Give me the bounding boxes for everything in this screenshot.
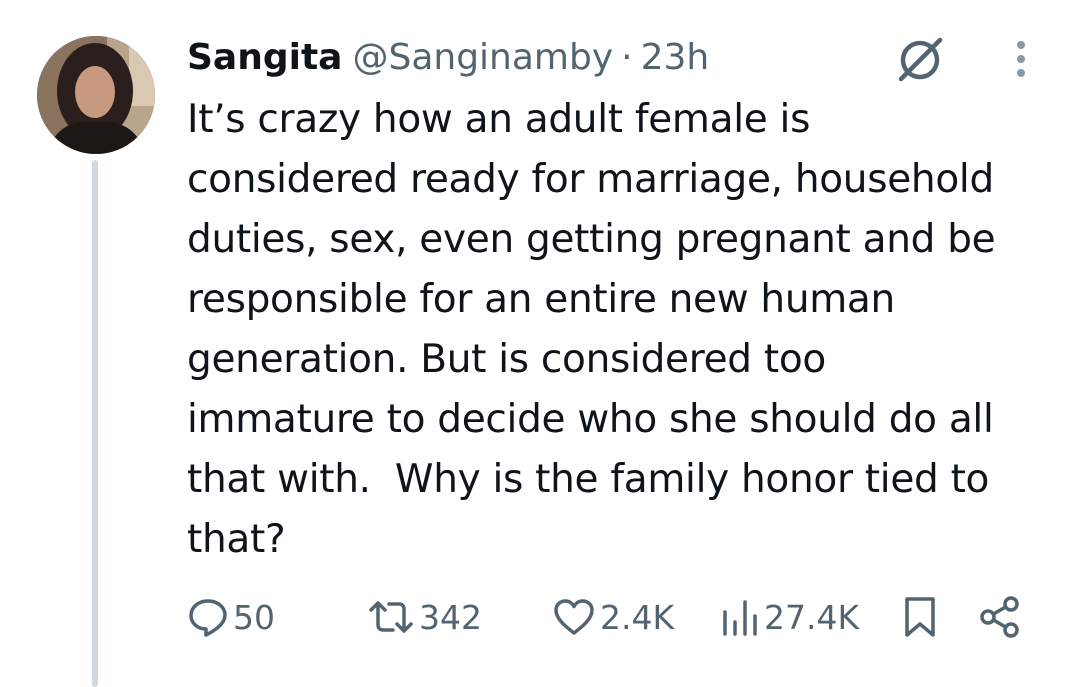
repost-count: 342: [419, 597, 482, 637]
share-button[interactable]: [977, 592, 1023, 642]
author-handle[interactable]: @Sanginamby: [352, 37, 613, 78]
speech-bubble-icon: [189, 599, 227, 637]
tweet-card[interactable]: Sangita @Sanginamby · 23h It’s crazy how…: [0, 0, 1080, 687]
heart-icon: [554, 599, 594, 635]
bookmark-button[interactable]: [900, 592, 940, 642]
views-button[interactable]: 27.4K: [720, 592, 859, 642]
header-separator: ·: [621, 36, 633, 78]
repost-button[interactable]: 342: [367, 592, 482, 642]
bookmark-icon: [905, 597, 935, 637]
author-display-name[interactable]: Sangita: [187, 37, 342, 78]
tweet-text: It’s crazy how an adult female is consid…: [187, 97, 996, 562]
action-bar: 50 342 2.4K 27.4K: [187, 592, 1037, 642]
view-count: 27.4K: [764, 597, 860, 637]
avatar[interactable]: [37, 36, 155, 154]
like-count: 2.4K: [600, 597, 675, 637]
tweet-timestamp[interactable]: 23h: [641, 37, 710, 78]
grok-icon[interactable]: [893, 35, 947, 83]
like-button[interactable]: 2.4K: [552, 592, 674, 642]
share-icon: [980, 596, 1019, 638]
reply-button[interactable]: 50: [187, 592, 275, 642]
tweet-header: Sangita @Sanginamby · 23h: [187, 32, 709, 82]
reply-count: 50: [233, 597, 275, 637]
bar-chart-icon: [723, 600, 757, 636]
avatar-image: [37, 36, 155, 154]
repost-arrows-icon: [369, 601, 413, 633]
thread-line: [92, 160, 98, 687]
more-options-icon[interactable]: [1006, 38, 1036, 82]
